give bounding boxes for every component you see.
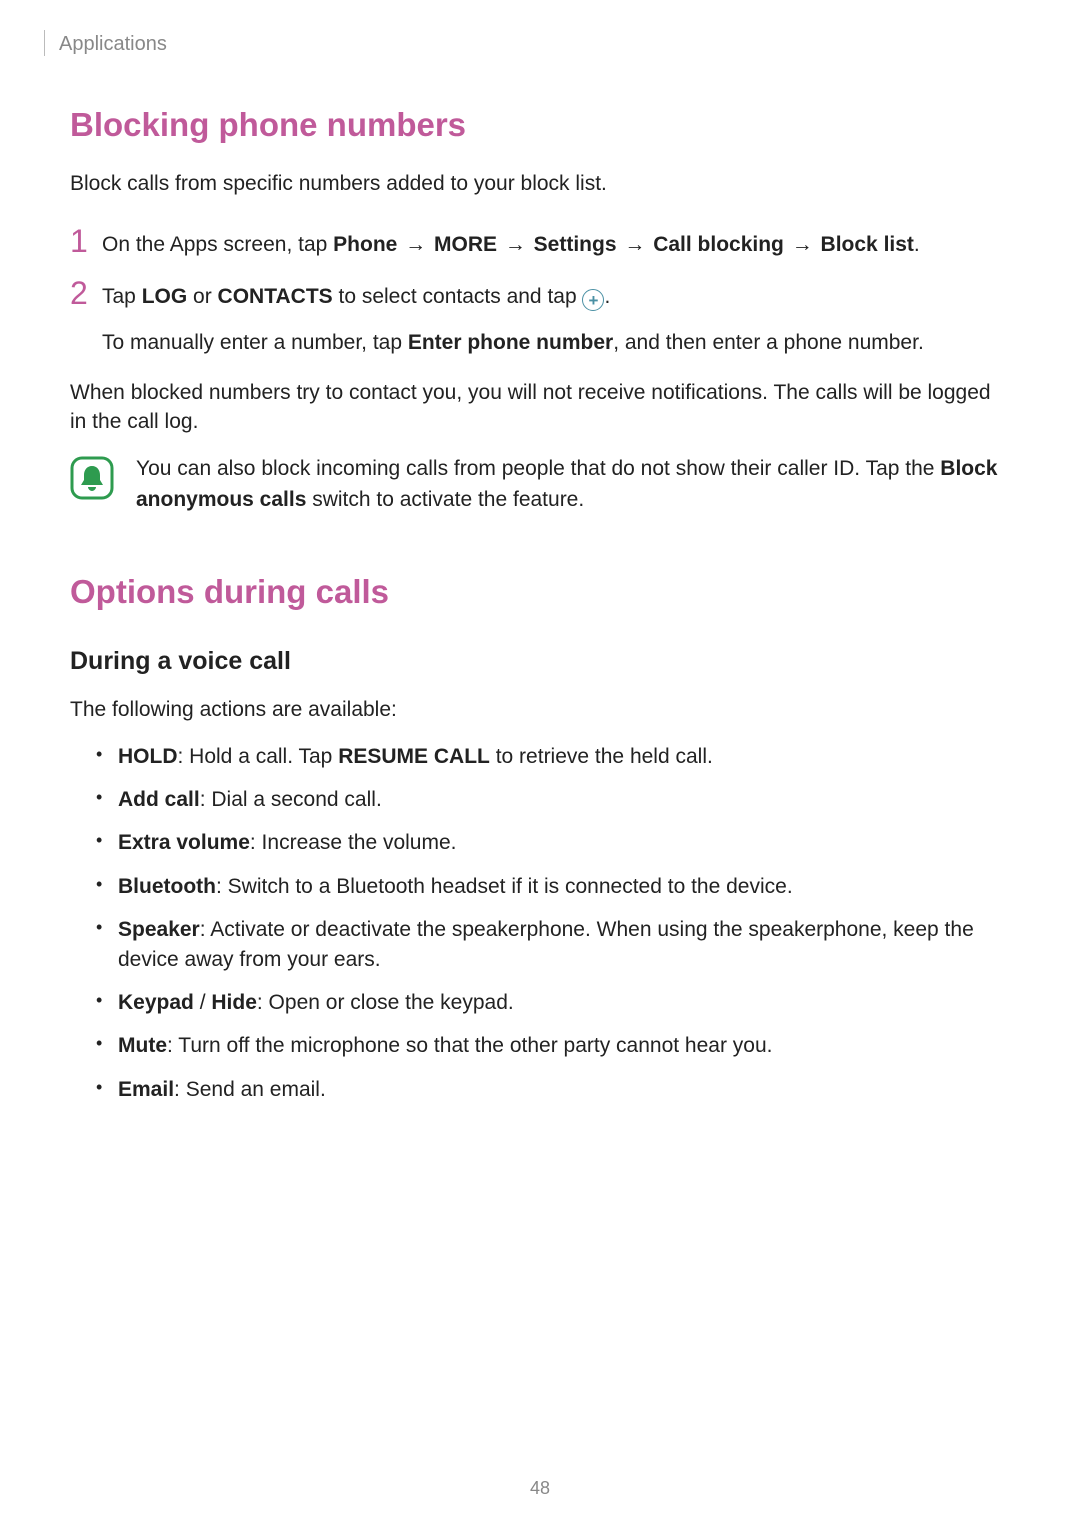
label-speaker: Speaker <box>118 918 200 941</box>
arrow-icon: → <box>617 233 654 256</box>
label-bluetooth: Bluetooth <box>118 875 216 898</box>
note-row: You can also block incoming calls from p… <box>70 454 1010 515</box>
step-body: On the Apps screen, tap Phone → MORE → S… <box>102 227 920 261</box>
text: : Switch to a Bluetooth headset if it is… <box>216 875 793 898</box>
text: To manually enter a number, tap <box>102 331 408 354</box>
label-extra-volume: Extra volume <box>118 831 250 854</box>
list-item: HOLD: Hold a call. Tap RESUME CALL to re… <box>100 742 1010 771</box>
list-item: Extra volume: Increase the volume. <box>100 828 1010 857</box>
path-phone: Phone <box>333 233 397 256</box>
step-body: Tap LOG or CONTACTS to select contacts a… <box>102 279 924 358</box>
step-number: 2 <box>70 277 102 309</box>
path-block-list: Block list <box>821 233 914 256</box>
list-item: Mute: Turn off the microphone so that th… <box>100 1031 1010 1060</box>
step-2: 2 Tap LOG or CONTACTS to select contacts… <box>70 279 1010 358</box>
breadcrumb: Applications <box>59 33 167 56</box>
path-settings: Settings <box>534 233 617 256</box>
heading-blocking: Blocking phone numbers <box>70 106 1010 144</box>
bell-note-icon <box>70 456 114 505</box>
text: or <box>187 285 217 308</box>
paragraph-after-steps: When blocked numbers try to contact you,… <box>70 378 1010 437</box>
list-item: Add call: Dial a second call. <box>100 785 1010 814</box>
text: : Hold a call. Tap <box>178 745 339 768</box>
intro-blocking: Block calls from specific numbers added … <box>70 170 1010 197</box>
text: : Dial a second call. <box>200 788 382 811</box>
text: to retrieve the held call. <box>490 745 713 768</box>
path-call-blocking: Call blocking <box>653 233 784 256</box>
arrow-icon: → <box>397 233 434 256</box>
list-item: Email: Send an email. <box>100 1075 1010 1104</box>
arrow-icon: → <box>784 233 821 256</box>
text: : Activate or deactivate the speakerphon… <box>118 918 974 970</box>
text: You can also block incoming calls from p… <box>136 457 940 480</box>
label-email: Email <box>118 1078 174 1101</box>
text: / <box>194 991 212 1014</box>
list-item: Speaker: Activate or deactivate the spea… <box>100 915 1010 974</box>
header-rule: Applications <box>44 30 1010 56</box>
label-hide: Hide <box>211 991 257 1014</box>
step-number: 1 <box>70 225 102 257</box>
label-resume: RESUME CALL <box>338 745 490 768</box>
label-add-call: Add call <box>118 788 200 811</box>
text: : Open or close the keypad. <box>257 991 514 1014</box>
text: . <box>604 285 610 308</box>
text: Tap <box>102 285 142 308</box>
label-keypad: Keypad <box>118 991 194 1014</box>
text: : Send an email. <box>174 1078 326 1101</box>
label-enter-phone: Enter phone number <box>408 331 613 354</box>
label-mute: Mute <box>118 1034 167 1057</box>
list-item: Bluetooth: Switch to a Bluetooth headset… <box>100 872 1010 901</box>
list-item: Keypad / Hide: Open or close the keypad. <box>100 988 1010 1017</box>
text: , and then enter a phone number. <box>613 331 924 354</box>
label-contacts: CONTACTS <box>218 285 333 308</box>
text: : Increase the volume. <box>250 831 457 854</box>
text: to select contacts and tap <box>333 285 583 308</box>
arrow-icon: → <box>497 233 534 256</box>
step-subtext: To manually enter a number, tap Enter ph… <box>102 328 924 357</box>
step1-text: On the Apps screen, tap <box>102 233 333 256</box>
intro-options: The following actions are available: <box>70 696 1010 723</box>
path-more: MORE <box>434 233 497 256</box>
note-text: You can also block incoming calls from p… <box>136 454 1010 515</box>
plus-icon: + <box>582 289 604 311</box>
subheading-voice-call: During a voice call <box>70 647 1010 676</box>
heading-options: Options during calls <box>70 573 1010 611</box>
label-hold: HOLD <box>118 745 178 768</box>
label-log: LOG <box>142 285 188 308</box>
text: : Turn off the microphone so that the ot… <box>167 1034 772 1057</box>
text: switch to activate the feature. <box>306 488 584 511</box>
feature-list: HOLD: Hold a call. Tap RESUME CALL to re… <box>70 742 1010 1105</box>
step-1: 1 On the Apps screen, tap Phone → MORE →… <box>70 227 1010 261</box>
page-number: 48 <box>0 1478 1080 1499</box>
